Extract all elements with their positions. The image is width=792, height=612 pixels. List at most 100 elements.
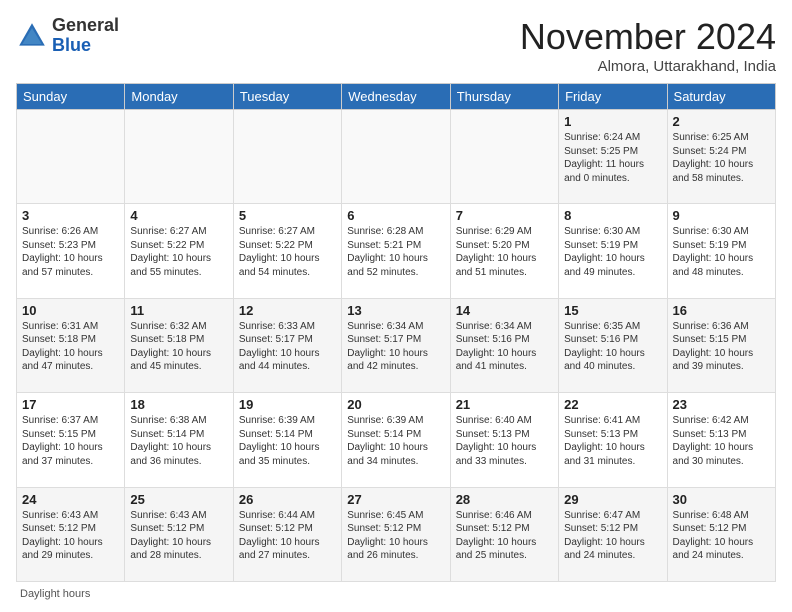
day-info: Sunrise: 6:27 AMSunset: 5:22 PMDaylight:… — [130, 225, 227, 279]
calendar-week-4: 17 Sunrise: 6:37 AMSunset: 5:15 PMDayligh… — [17, 393, 776, 487]
calendar-week-3: 10 Sunrise: 6:31 AMSunset: 5:18 PMDayligh… — [17, 298, 776, 392]
day-number: 26 — [239, 492, 336, 507]
day-number: 1 — [564, 114, 661, 129]
calendar-table: Sunday Monday Tuesday Wednesday Thursday… — [16, 83, 776, 582]
day-info: Sunrise: 6:29 AMSunset: 5:20 PMDaylight:… — [456, 225, 553, 279]
footer: Daylight hours — [16, 588, 776, 600]
day-number: 19 — [239, 397, 336, 412]
day-info: Sunrise: 6:46 AMSunset: 5:12 PMDaylight:… — [456, 509, 553, 563]
logo-text: General Blue — [52, 16, 119, 56]
logo-icon — [16, 20, 48, 52]
calendar-cell: 25Sunrise: 6:43 AMSunset: 5:12 PMDayligh… — [125, 487, 233, 581]
day-info: Sunrise: 6:35 AMSunset: 5:16 PMDaylight:… — [564, 320, 661, 374]
day-info: Sunrise: 6:39 AMSunset: 5:14 PMDaylight:… — [239, 414, 336, 468]
day-info: Sunrise: 6:43 AMSunset: 5:12 PMDaylight:… — [22, 509, 119, 563]
day-number: 30 — [673, 492, 770, 507]
day-info: Sunrise: 6:39 AMSunset: 5:14 PMDaylight:… — [347, 414, 444, 468]
day-info: Sunrise: 6:47 AMSunset: 5:12 PMDaylight:… — [564, 509, 661, 563]
day-number: 6 — [347, 208, 444, 223]
calendar-cell: 20 Sunrise: 6:39 AMSunset: 5:14 PMDayligh… — [342, 393, 450, 487]
month-title: November 2024 — [520, 16, 776, 58]
day-info: Sunrise: 6:26 AMSunset: 5:23 PMDaylight:… — [22, 225, 119, 279]
calendar-cell — [125, 110, 233, 204]
calendar-cell: 1 Sunrise: 6:24 AMSunset: 5:25 PMDaylight… — [559, 110, 667, 204]
daylight-hours-label: Daylight hours — [20, 588, 90, 600]
calendar-cell: 18Sunrise: 6:38 AMSunset: 5:14 PMDayligh… — [125, 393, 233, 487]
calendar-cell: 17 Sunrise: 6:37 AMSunset: 5:15 PMDayligh… — [17, 393, 125, 487]
day-number: 20 — [347, 397, 444, 412]
day-number: 27 — [347, 492, 444, 507]
day-number: 11 — [130, 303, 227, 318]
calendar-cell: 16 Sunrise: 6:36 AMSunset: 5:15 PMDayligh… — [667, 298, 775, 392]
calendar-cell — [233, 110, 341, 204]
header-tuesday: Tuesday — [233, 84, 341, 110]
day-info: Sunrise: 6:34 AMSunset: 5:17 PMDaylight:… — [347, 320, 444, 374]
calendar-cell: 8 Sunrise: 6:30 AMSunset: 5:19 PMDaylight… — [559, 204, 667, 298]
calendar-cell: 11Sunrise: 6:32 AMSunset: 5:18 PMDayligh… — [125, 298, 233, 392]
day-info: Sunrise: 6:31 AMSunset: 5:18 PMDaylight:… — [22, 320, 119, 374]
calendar-cell: 27 Sunrise: 6:45 AMSunset: 5:12 PMDayligh… — [342, 487, 450, 581]
day-info: Sunrise: 6:45 AMSunset: 5:12 PMDaylight:… — [347, 509, 444, 563]
header: General Blue November 2024 Almora, Uttar… — [16, 16, 776, 75]
day-info: Sunrise: 6:37 AMSunset: 5:15 PMDaylight:… — [22, 414, 119, 468]
calendar-cell: 21 Sunrise: 6:40 AMSunset: 5:13 PMDayligh… — [450, 393, 558, 487]
calendar-week-2: 3Sunrise: 6:26 AMSunset: 5:23 PMDaylight… — [17, 204, 776, 298]
title-block: November 2024 Almora, Uttarakhand, India — [520, 16, 776, 75]
calendar-cell: 30 Sunrise: 6:48 AMSunset: 5:12 PMDayligh… — [667, 487, 775, 581]
day-info: Sunrise: 6:27 AMSunset: 5:22 PMDaylight:… — [239, 225, 336, 279]
day-number: 2 — [673, 114, 770, 129]
day-info: Sunrise: 6:24 AMSunset: 5:25 PMDaylight:… — [564, 131, 661, 185]
day-number: 7 — [456, 208, 553, 223]
calendar-cell: 26Sunrise: 6:44 AMSunset: 5:12 PMDayligh… — [233, 487, 341, 581]
calendar-cell: 29 Sunrise: 6:47 AMSunset: 5:12 PMDayligh… — [559, 487, 667, 581]
calendar-cell: 12Sunrise: 6:33 AMSunset: 5:17 PMDayligh… — [233, 298, 341, 392]
calendar-cell: 19 Sunrise: 6:39 AMSunset: 5:14 PMDayligh… — [233, 393, 341, 487]
day-number: 8 — [564, 208, 661, 223]
calendar-cell: 6Sunrise: 6:28 AMSunset: 5:21 PMDaylight… — [342, 204, 450, 298]
day-number: 29 — [564, 492, 661, 507]
calendar-cell: 15 Sunrise: 6:35 AMSunset: 5:16 PMDayligh… — [559, 298, 667, 392]
header-thursday: Thursday — [450, 84, 558, 110]
calendar-cell: 24Sunrise: 6:43 AMSunset: 5:12 PMDayligh… — [17, 487, 125, 581]
day-info: Sunrise: 6:48 AMSunset: 5:12 PMDaylight:… — [673, 509, 770, 563]
day-number: 18 — [130, 397, 227, 412]
calendar-cell: 22Sunrise: 6:41 AMSunset: 5:13 PMDayligh… — [559, 393, 667, 487]
calendar-cell: 7 Sunrise: 6:29 AMSunset: 5:20 PMDaylight… — [450, 204, 558, 298]
day-number: 25 — [130, 492, 227, 507]
calendar-cell: 9 Sunrise: 6:30 AMSunset: 5:19 PMDaylight… — [667, 204, 775, 298]
calendar-cell: 2Sunrise: 6:25 AMSunset: 5:24 PMDaylight… — [667, 110, 775, 204]
day-number: 12 — [239, 303, 336, 318]
day-info: Sunrise: 6:36 AMSunset: 5:15 PMDaylight:… — [673, 320, 770, 374]
day-number: 21 — [456, 397, 553, 412]
day-number: 13 — [347, 303, 444, 318]
day-number: 10 — [22, 303, 119, 318]
logo: General Blue — [16, 16, 119, 56]
header-sunday: Sunday — [17, 84, 125, 110]
day-number: 17 — [22, 397, 119, 412]
logo-blue: Blue — [52, 35, 91, 55]
day-info: Sunrise: 6:42 AMSunset: 5:13 PMDaylight:… — [673, 414, 770, 468]
calendar-cell — [342, 110, 450, 204]
day-number: 5 — [239, 208, 336, 223]
calendar-cell: 28 Sunrise: 6:46 AMSunset: 5:12 PMDayligh… — [450, 487, 558, 581]
calendar-cell: 13 Sunrise: 6:34 AMSunset: 5:17 PMDayligh… — [342, 298, 450, 392]
day-number: 15 — [564, 303, 661, 318]
header-friday: Friday — [559, 84, 667, 110]
day-info: Sunrise: 6:30 AMSunset: 5:19 PMDaylight:… — [673, 225, 770, 279]
day-number: 22 — [564, 397, 661, 412]
location-subtitle: Almora, Uttarakhand, India — [520, 58, 776, 75]
calendar-cell: 4Sunrise: 6:27 AMSunset: 5:22 PMDaylight… — [125, 204, 233, 298]
calendar-header-row: Sunday Monday Tuesday Wednesday Thursday… — [17, 84, 776, 110]
calendar-cell: 14Sunrise: 6:34 AMSunset: 5:16 PMDayligh… — [450, 298, 558, 392]
day-number: 28 — [456, 492, 553, 507]
header-wednesday: Wednesday — [342, 84, 450, 110]
day-number: 23 — [673, 397, 770, 412]
day-info: Sunrise: 6:40 AMSunset: 5:13 PMDaylight:… — [456, 414, 553, 468]
calendar-week-5: 24Sunrise: 6:43 AMSunset: 5:12 PMDayligh… — [17, 487, 776, 581]
calendar-cell: 23 Sunrise: 6:42 AMSunset: 5:13 PMDayligh… — [667, 393, 775, 487]
day-info: Sunrise: 6:30 AMSunset: 5:19 PMDaylight:… — [564, 225, 661, 279]
day-number: 9 — [673, 208, 770, 223]
day-number: 16 — [673, 303, 770, 318]
calendar-cell: 10 Sunrise: 6:31 AMSunset: 5:18 PMDayligh… — [17, 298, 125, 392]
day-number: 14 — [456, 303, 553, 318]
